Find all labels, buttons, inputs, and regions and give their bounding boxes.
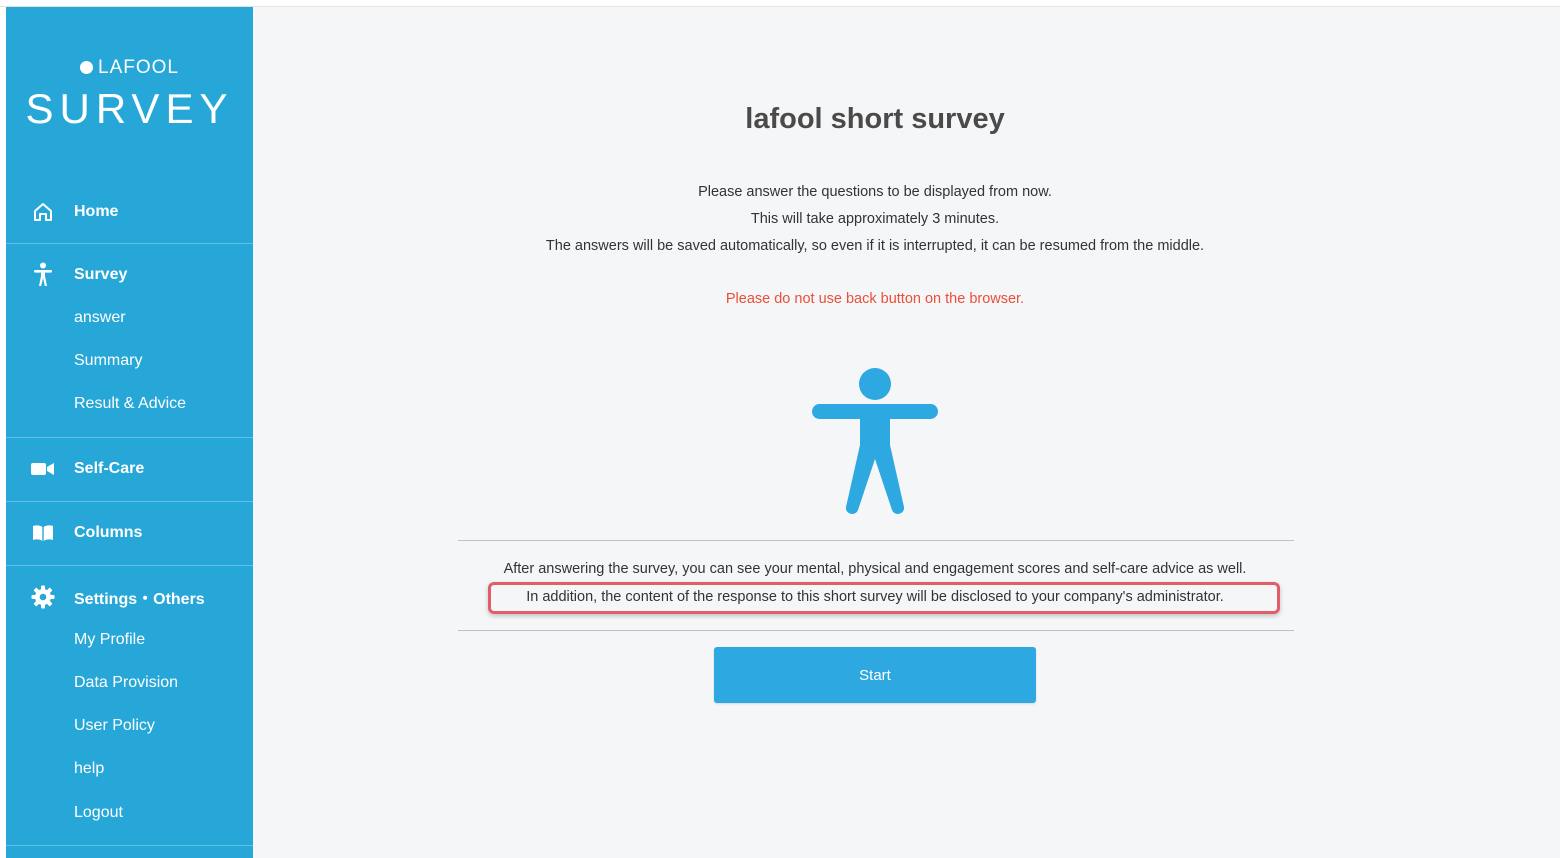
sidebar-item-settings[interactable]: Settings・Others	[6, 584, 253, 610]
sidebar-item-label: Settings・Others	[74, 591, 205, 608]
intro-line-1: Please answer the questions to be displa…	[698, 184, 1052, 200]
sidebar-divider	[6, 437, 253, 438]
window-top-edge	[0, 0, 1560, 7]
main-content: lafool short survey Please answer the qu…	[253, 7, 1560, 858]
sidebar-divider	[6, 565, 253, 566]
sidebar-subitem-answer[interactable]: answer	[74, 309, 126, 327]
brand-small-text: LAFOOL	[98, 57, 179, 78]
page-title: lafool short survey	[745, 103, 1005, 135]
start-button[interactable]: Start	[714, 647, 1036, 703]
back-button-warning: Please do not use back button on the bro…	[725, 291, 1025, 307]
sidebar-item-label: Columns	[74, 524, 143, 541]
sidebar-item-home[interactable]: Home	[6, 202, 253, 222]
sidebar-divider	[6, 501, 253, 502]
intro-line-2: This will take approximately 3 minutes.	[750, 211, 1000, 227]
brand-dot-icon	[80, 61, 93, 74]
survey-note-scores: After answering the survey, you can see …	[503, 561, 1247, 577]
survey-note-disclosure: In addition, the content of the response…	[526, 589, 1224, 605]
home-icon	[30, 199, 56, 225]
sidebar-subitem-user-policy[interactable]: User Policy	[74, 717, 155, 735]
brand-logo: SURVEY	[25, 85, 234, 132]
sidebar-subitem-help[interactable]: help	[74, 760, 104, 778]
sidebar-item-columns[interactable]: Columns	[6, 523, 253, 543]
sidebar-item-self-care[interactable]: Self-Care	[6, 459, 253, 479]
sidebar-divider	[6, 243, 253, 244]
sidebar-item-survey[interactable]: Survey	[6, 262, 253, 288]
sidebar-subitem-my-profile[interactable]: My Profile	[74, 631, 145, 649]
sidebar-subitem-summary[interactable]: Summary	[74, 352, 142, 370]
sidebar-item-label: Home	[74, 203, 119, 220]
video-camera-icon	[30, 456, 56, 482]
book-icon	[30, 520, 56, 546]
sidebar-subitem-data-provision[interactable]: Data Provision	[74, 674, 178, 692]
divider-top	[458, 540, 1294, 541]
sidebar-subitem-result-advice[interactable]: Result & Advice	[74, 395, 186, 413]
intro-line-3: The answers will be saved automatically,…	[545, 238, 1205, 254]
person-illustration-icon	[810, 367, 940, 522]
sidebar: LAFOOL SURVEY Home Survey answer Summary…	[6, 7, 253, 858]
person-icon	[30, 262, 56, 288]
sidebar-item-label: Self-Care	[74, 460, 145, 477]
gear-icon	[30, 584, 56, 610]
sidebar-divider	[6, 845, 253, 846]
sidebar-item-label: Survey	[74, 266, 128, 283]
divider-bottom	[458, 630, 1294, 631]
brand-small: LAFOOL	[6, 57, 253, 79]
sidebar-subitem-logout[interactable]: Logout	[74, 804, 123, 822]
